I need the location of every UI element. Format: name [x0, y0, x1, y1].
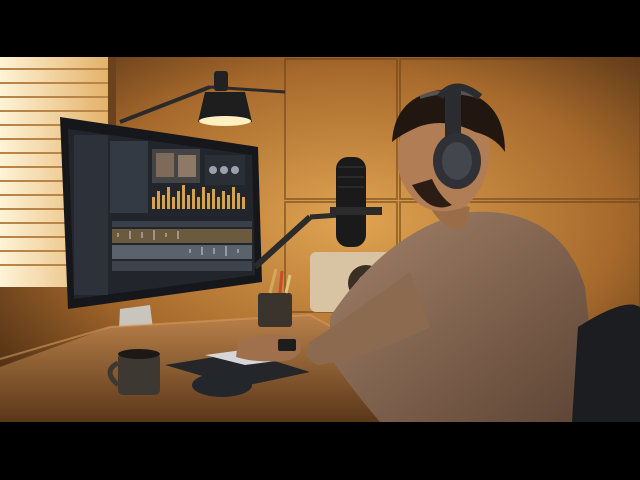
- photo-scene: [0, 57, 640, 422]
- mouse-icon: [192, 373, 252, 397]
- photo-frame: [0, 0, 640, 480]
